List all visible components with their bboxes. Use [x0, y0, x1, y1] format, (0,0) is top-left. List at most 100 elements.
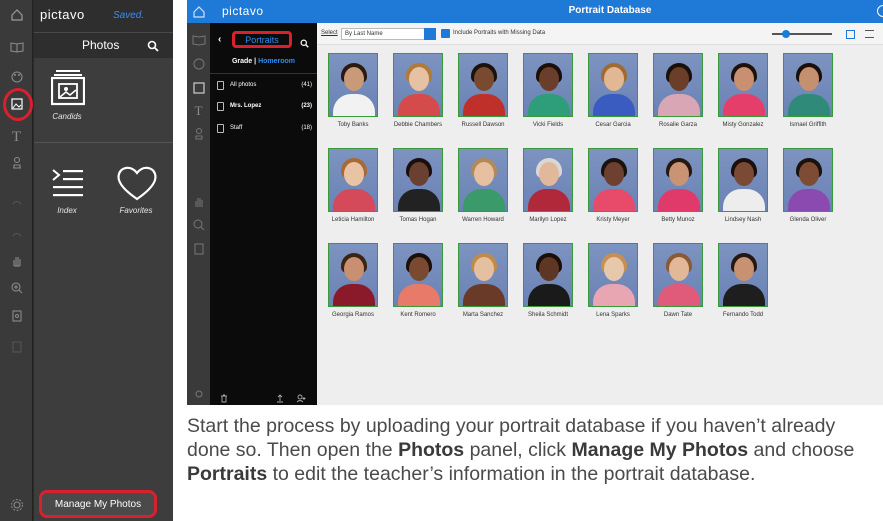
sort-dropdown[interactable]: By Last Name: [341, 28, 436, 40]
candids-label: Candids: [52, 112, 82, 121]
page-icon[interactable]: [187, 238, 210, 260]
zoom-slider[interactable]: [772, 33, 832, 35]
add-person-icon[interactable]: [296, 390, 306, 405]
portrait-card[interactable]: Lena Sparks: [588, 243, 638, 320]
portrait-card[interactable]: Fernando Todd: [718, 243, 768, 320]
portrait-card[interactable]: Kristy Meyer: [588, 148, 638, 225]
grid-view-icon[interactable]: [846, 30, 855, 39]
portrait-face: [539, 67, 559, 91]
portraits-button[interactable]: Portraits: [232, 31, 292, 48]
portrait-card[interactable]: Betty Munoz: [653, 148, 703, 225]
portrait-face: [604, 162, 624, 186]
grade-label[interactable]: Grade: [232, 58, 252, 65]
save-icon[interactable]: [0, 336, 33, 358]
portrait-card[interactable]: Warren Howard: [458, 148, 508, 225]
portrait-card[interactable]: Misty Gonzalez: [718, 53, 768, 130]
homeroom-label[interactable]: Homeroom: [258, 58, 295, 65]
portrait-shirt: [593, 284, 635, 306]
hand-icon[interactable]: [0, 250, 33, 272]
portrait-card[interactable]: Rosalie Garza: [653, 53, 703, 130]
group-count: (18): [301, 125, 312, 131]
title-bar: pictavo Portrait Database: [187, 0, 883, 23]
portrait-shirt: [333, 189, 375, 211]
back-chevron-icon[interactable]: ‹: [218, 34, 221, 45]
portrait-name: Tomas Hogan: [399, 217, 437, 223]
settings-icon[interactable]: [0, 494, 33, 516]
portrait-face: [539, 257, 559, 281]
group-row-mrs-lopez[interactable]: Mrs. Lopez (23): [210, 99, 317, 115]
text-tool-icon[interactable]: T: [187, 100, 210, 122]
search-icon[interactable]: [147, 39, 159, 57]
portrait-photo: [328, 148, 378, 212]
portrait-card[interactable]: Glenda Oliver: [783, 148, 833, 225]
index-item[interactable]: Index: [37, 162, 97, 222]
portrait-name: Debbie Chambers: [393, 122, 443, 128]
hand-icon[interactable]: [187, 191, 210, 213]
portrait-name: Warren Howard: [462, 217, 504, 223]
palette-icon[interactable]: [0, 66, 33, 88]
portrait-card[interactable]: Russell Dawson: [458, 53, 508, 130]
portrait-card[interactable]: Sheila Schmidt: [523, 243, 573, 320]
missing-data-label: Include Portraits with Missing Data: [453, 30, 546, 36]
stamp-icon[interactable]: [187, 123, 210, 145]
missing-data-checkbox[interactable]: [441, 29, 450, 38]
portrait-photo: [458, 148, 508, 212]
redo-icon[interactable]: [0, 224, 33, 246]
group-row-staff[interactable]: Staff (18): [210, 121, 317, 137]
book-icon[interactable]: [0, 36, 33, 58]
portrait-card[interactable]: Ismael Griffith: [783, 53, 833, 130]
trash-icon[interactable]: [220, 390, 228, 405]
zoom-slider-handle[interactable]: [782, 30, 790, 38]
portrait-card[interactable]: Vicki Fields: [523, 53, 573, 130]
favorites-item[interactable]: Favorites: [106, 162, 166, 222]
close-icon[interactable]: [877, 5, 883, 17]
search-icon[interactable]: [300, 35, 309, 53]
manage-my-photos-button[interactable]: Manage My Photos: [39, 490, 157, 518]
portrait-card[interactable]: Dawn Tate: [653, 243, 703, 320]
grade-homeroom-toggle[interactable]: Grade | Homeroom: [210, 58, 317, 65]
portrait-card[interactable]: Marta Sanchez: [458, 243, 508, 320]
photos-side-panel: pictavo Saved. Photos Candids Index Favo…: [34, 0, 173, 521]
group-count: (41): [301, 82, 312, 88]
zoom-icon[interactable]: [187, 214, 210, 236]
portrait-card[interactable]: Leticia Hamilton: [328, 148, 378, 225]
portrait-card[interactable]: Lindsey Nash: [718, 148, 768, 225]
select-label[interactable]: Select: [321, 30, 338, 36]
group-row-all-photos[interactable]: All photos (41): [210, 78, 317, 94]
palette-icon[interactable]: [187, 53, 210, 75]
portrait-face: [669, 162, 689, 186]
portrait-shirt: [593, 94, 635, 116]
zoom-icon[interactable]: [0, 277, 33, 299]
portrait-shirt: [788, 94, 830, 116]
left-header: pictavo Saved.: [34, 0, 173, 32]
portrait-name: Leticia Hamilton: [331, 217, 375, 223]
stamp-icon[interactable]: [0, 152, 33, 174]
portrait-face: [474, 67, 494, 91]
text-tool-icon[interactable]: T: [0, 126, 33, 148]
portrait-photo: [523, 53, 573, 117]
portrait-name: Glenda Oliver: [789, 217, 827, 223]
page-icon[interactable]: [0, 305, 33, 327]
book-icon[interactable]: [187, 29, 210, 51]
portrait-card[interactable]: Tomas Hogan: [393, 148, 443, 225]
portrait-shirt: [593, 189, 635, 211]
portrait-card[interactable]: Marilyn Lopez: [523, 148, 573, 225]
portrait-face: [799, 67, 819, 91]
portrait-shirt: [333, 284, 375, 306]
undo-icon[interactable]: [0, 192, 33, 214]
portrait-card[interactable]: Cesar Garcia: [588, 53, 638, 130]
upload-icon[interactable]: [276, 390, 284, 405]
portrait-card[interactable]: Kent Romero: [393, 243, 443, 320]
portrait-photo: [783, 148, 833, 212]
home-icon[interactable]: [0, 4, 33, 26]
portrait-card[interactable]: Debbie Chambers: [393, 53, 443, 130]
portrait-face: [344, 257, 364, 281]
photos-tool-icon[interactable]: [187, 77, 210, 99]
portrait-card[interactable]: Georgia Ramos: [328, 243, 378, 320]
portrait-photo: [458, 53, 508, 117]
list-view-icon[interactable]: [865, 30, 874, 38]
caption-text: to edit the teacher’s information in the…: [267, 463, 756, 485]
settings-icon[interactable]: [187, 383, 210, 405]
portrait-card[interactable]: Toby Banks: [328, 53, 378, 130]
candids-item[interactable]: Candids: [37, 64, 97, 124]
